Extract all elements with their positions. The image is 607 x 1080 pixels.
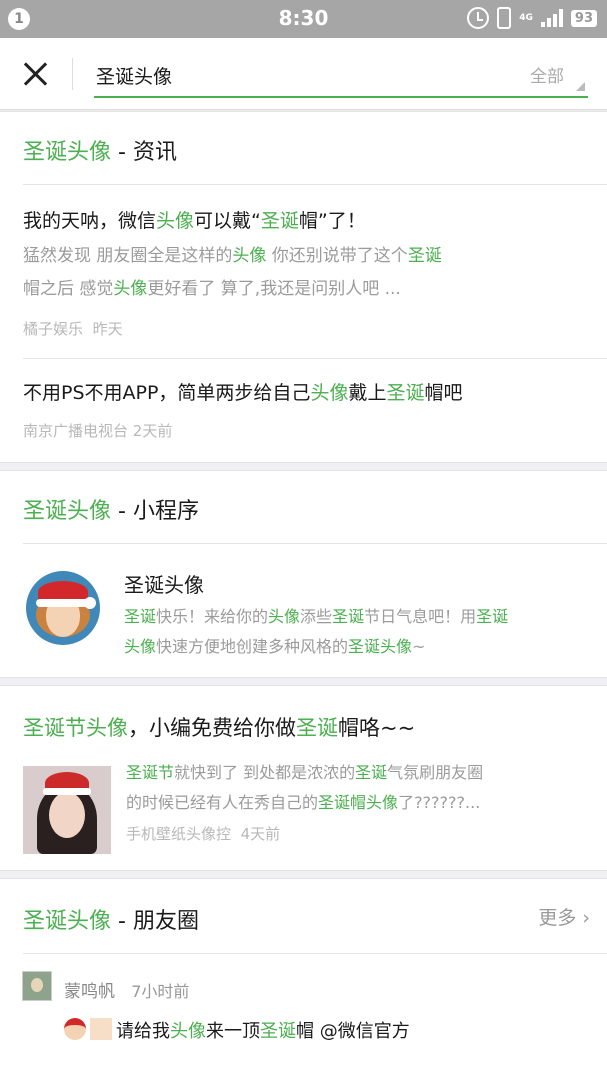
signal-icon bbox=[540, 9, 563, 27]
divider bbox=[23, 953, 607, 954]
article-title: 圣诞节头像，小编免费给你做圣诞帽咯~~ bbox=[23, 716, 416, 740]
battery-level: 93 bbox=[570, 9, 597, 27]
news-item-title: 不用PS不用APP，简单两步给自己头像戴上圣诞帽吧 bbox=[23, 382, 463, 404]
news-item-meta: 南京广播电视台 2天前 bbox=[23, 422, 173, 440]
divider bbox=[23, 543, 607, 544]
post-text: 请给我头像来一顶圣诞帽 @微信官方 bbox=[64, 1017, 410, 1043]
emoji-icon bbox=[90, 1018, 112, 1040]
mini-program-avatar bbox=[26, 571, 100, 645]
status-icons: 4G 93 bbox=[467, 7, 597, 29]
divider bbox=[23, 358, 607, 359]
alarm-icon bbox=[467, 7, 490, 29]
network-type: 4G bbox=[519, 12, 533, 23]
article-section[interactable]: 圣诞节头像，小编免费给你做圣诞帽咯~~ 圣诞节就快到了 到处都是浓浓的圣诞气氛刷… bbox=[0, 685, 607, 871]
article-desc: 圣诞节就快到了 到处都是浓浓的圣诞气氛刷朋友圈 的时候已经有人在秀自己的圣诞帽头… bbox=[126, 763, 484, 812]
news-item-desc: 猛然发现 朋友圈全是这样的头像 你还别说带了这个圣诞 帽之后 感觉头像更好看了 … bbox=[23, 246, 442, 299]
vibrate-icon bbox=[497, 7, 512, 29]
mini-program-section: 圣诞头像 - 小程序 圣诞头像 圣诞快乐！来给你的头像添些圣诞节日气息吧！用圣诞… bbox=[0, 470, 607, 678]
news-item-meta: 橘子娱乐 昨天 bbox=[23, 320, 123, 338]
news-item-title: 我的天呐，微信头像可以戴“圣诞帽”了！ bbox=[23, 210, 366, 232]
mini-program-section-title: 圣诞头像 - 小程序 bbox=[23, 499, 199, 524]
mini-program-name: 圣诞头像 bbox=[124, 573, 204, 597]
header-divider bbox=[72, 58, 73, 90]
news-section-title: 圣诞头像 - 资讯 bbox=[23, 140, 177, 165]
santa-emoji-icon bbox=[64, 1018, 86, 1040]
dropdown-corner-icon bbox=[576, 82, 585, 91]
search-underline bbox=[94, 96, 588, 98]
status-bar: 1 8:30 4G 93 bbox=[0, 0, 607, 38]
more-button[interactable]: 更多 › bbox=[538, 903, 590, 930]
news-section: 圣诞头像 - 资讯 我的天呐，微信头像可以戴“圣诞帽”了！ 猛然发现 朋友圈全是… bbox=[0, 111, 607, 463]
user-avatar bbox=[22, 971, 52, 1001]
search-input[interactable] bbox=[96, 60, 536, 90]
moments-section-title: 圣诞头像 - 朋友圈 bbox=[23, 909, 199, 934]
mini-program-desc: 圣诞快乐！来给你的头像添些圣诞节日气息吧！用圣诞 头像快速方便地创建多种风格的圣… bbox=[124, 607, 509, 656]
chevron-right-icon: › bbox=[582, 907, 590, 929]
article-thumbnail bbox=[23, 766, 111, 854]
close-icon[interactable] bbox=[20, 58, 52, 90]
divider bbox=[23, 184, 607, 185]
search-filter-dropdown[interactable]: 全部 bbox=[530, 62, 564, 87]
post-user: 蒙鸣帆 7小时前 bbox=[64, 982, 190, 1002]
search-header: 全部 bbox=[0, 38, 607, 110]
moments-section: 圣诞头像 - 朋友圈 更多 › 蒙鸣帆 7小时前 请给我头像来一顶圣诞帽 @微信… bbox=[0, 878, 607, 1080]
article-meta: 手机壁纸头像控 4天前 bbox=[126, 825, 281, 843]
